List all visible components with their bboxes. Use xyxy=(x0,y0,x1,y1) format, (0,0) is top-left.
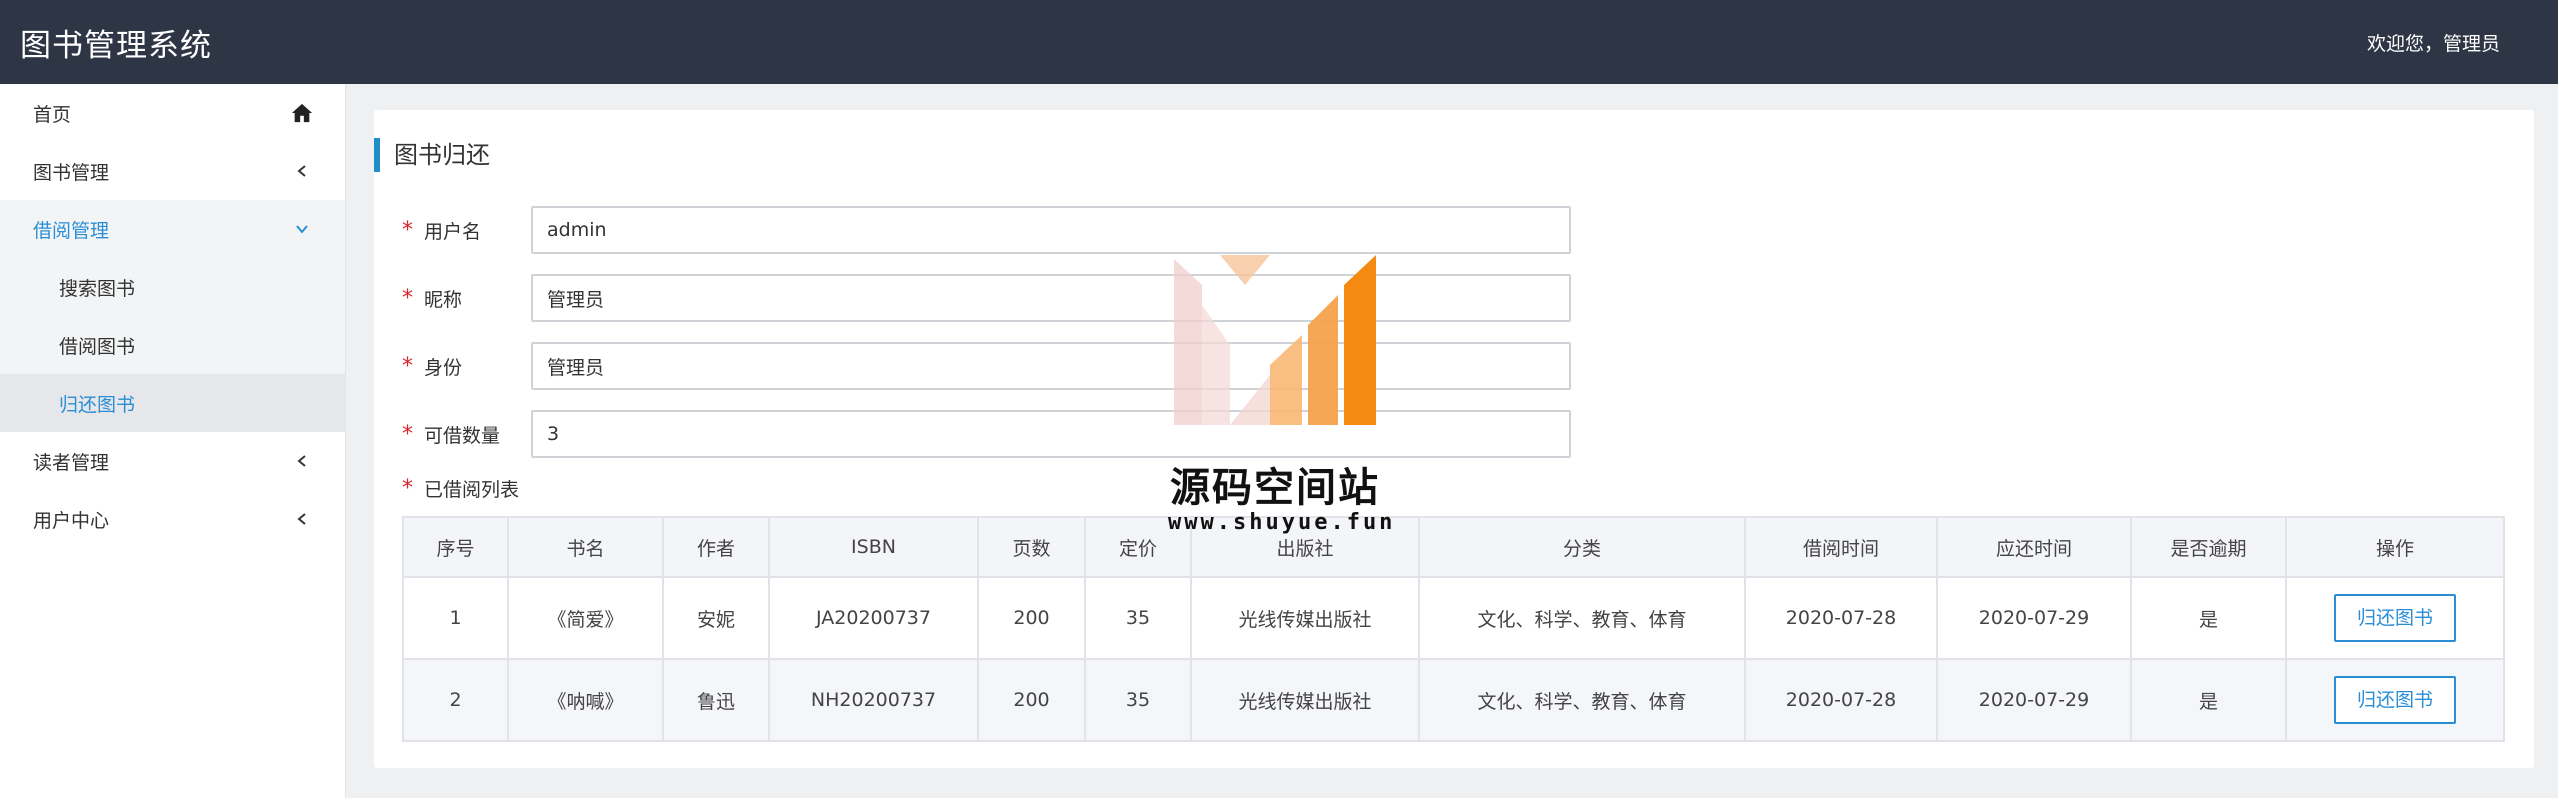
form-label: 可借数量 xyxy=(424,424,501,447)
column-header: 书名 xyxy=(507,516,664,578)
column-header: ISBN xyxy=(768,516,979,578)
table-row: 1 《简爱》 安妮 JA20200737 200 35 光线传媒出版社 文化、科… xyxy=(402,576,2505,660)
column-header: 页数 xyxy=(977,516,1086,578)
chevron-left-icon xyxy=(291,508,313,530)
form-row-borrow-quota: * 可借数量 xyxy=(402,410,1571,458)
table-cell: 2 xyxy=(402,658,509,742)
sidebar-item-borrow[interactable]: 借阅管理 xyxy=(0,200,345,258)
app-title: 图书管理系统 xyxy=(20,27,212,64)
table-cell: 2020-07-28 xyxy=(1744,576,1938,660)
column-header: 应还时间 xyxy=(1936,516,2132,578)
table-header-row: 序号 书名 作者 ISBN 页数 定价 出版社 分类 借阅时间 应还时间 是否逾… xyxy=(402,516,2505,578)
sidebar-item-user-center[interactable]: 用户中心 xyxy=(0,490,345,548)
table-cell: 文化、科学、教育、体育 xyxy=(1418,576,1746,660)
table-cell: 2020-07-28 xyxy=(1744,658,1938,742)
table-cell: 2020-07-29 xyxy=(1936,576,2132,660)
required-marker: * xyxy=(402,421,413,447)
table-cell: 归还图书 xyxy=(2285,658,2505,742)
sidebar-item-books[interactable]: 图书管理 xyxy=(0,142,345,200)
return-book-button[interactable]: 归还图书 xyxy=(2334,594,2456,642)
table-cell: NH20200737 xyxy=(768,658,979,742)
sidebar-subitem-borrow-books[interactable]: 借阅图书 xyxy=(0,316,345,374)
return-book-panel: 图书归还 * 用户名 * 昵称 * 身份 * 可借数量 * 已借阅列表 xyxy=(374,110,2534,768)
sidebar-item-label: 用户中心 xyxy=(33,509,110,532)
home-icon xyxy=(291,102,313,124)
table-cell: 鲁迅 xyxy=(662,658,770,742)
column-header: 序号 xyxy=(402,516,509,578)
form-label: 用户名 xyxy=(424,220,482,243)
return-book-button[interactable]: 归还图书 xyxy=(2334,676,2456,724)
sidebar-subitem-search-books[interactable]: 搜索图书 xyxy=(0,258,345,316)
panel-title: 图书归还 xyxy=(374,138,490,172)
sidebar-item-readers[interactable]: 读者管理 xyxy=(0,432,345,490)
column-header: 借阅时间 xyxy=(1744,516,1938,578)
table-cell: 35 xyxy=(1084,576,1192,660)
table-cell: 200 xyxy=(977,658,1086,742)
table-cell: 是 xyxy=(2130,658,2287,742)
role-field[interactable] xyxy=(531,342,1571,390)
sidebar-item-label: 图书管理 xyxy=(33,161,110,184)
username-field[interactable] xyxy=(531,206,1571,254)
sidebar: 首页 图书管理 借阅管理 搜索图书 借阅图书 归还图书 读者管理 用户中心 xyxy=(0,84,346,798)
form-label: 身份 xyxy=(424,356,463,379)
form-row-role: * 身份 xyxy=(402,342,1571,390)
form-row-borrowed-list: * 已借阅列表 xyxy=(402,468,531,508)
table-cell: 归还图书 xyxy=(2285,576,2505,660)
welcome-text: 欢迎您，管理员 xyxy=(2366,32,2500,55)
sidebar-item-label: 借阅管理 xyxy=(33,219,110,242)
table-row: 2 《呐喊》 鲁迅 NH20200737 200 35 光线传媒出版社 文化、科… xyxy=(402,658,2505,742)
sidebar-subitem-return-books[interactable]: 归还图书 xyxy=(0,374,345,432)
form-label: 昵称 xyxy=(424,288,463,311)
borrowed-list-label: 已借阅列表 xyxy=(424,478,520,501)
nickname-field[interactable] xyxy=(531,274,1571,322)
chevron-left-icon xyxy=(291,450,313,472)
table-cell: 《简爱》 xyxy=(507,576,664,660)
table-cell: 安妮 xyxy=(662,576,770,660)
table-cell: JA20200737 xyxy=(768,576,979,660)
column-header: 是否逾期 xyxy=(2130,516,2287,578)
watermark-url: www.shuyue.fun xyxy=(1168,510,1396,535)
required-marker: * xyxy=(402,475,413,501)
column-header: 分类 xyxy=(1418,516,1746,578)
required-marker: * xyxy=(402,285,413,311)
table-cell: 光线传媒出版社 xyxy=(1190,576,1420,660)
column-header: 操作 xyxy=(2285,516,2505,578)
table-cell: 文化、科学、教育、体育 xyxy=(1418,658,1746,742)
table-cell: 是 xyxy=(2130,576,2287,660)
borrow-quota-field[interactable] xyxy=(531,410,1571,458)
sidebar-item-label: 读者管理 xyxy=(33,451,110,474)
table-cell: 光线传媒出版社 xyxy=(1190,658,1420,742)
table-cell: 1 xyxy=(402,576,509,660)
column-header: 作者 xyxy=(662,516,770,578)
required-marker: * xyxy=(402,353,413,379)
table-cell: 200 xyxy=(977,576,1086,660)
borrowed-table: 序号 书名 作者 ISBN 页数 定价 出版社 分类 借阅时间 应还时间 是否逾… xyxy=(402,516,2505,742)
form-row-nickname: * 昵称 xyxy=(402,274,1571,322)
table-cell: 2020-07-29 xyxy=(1936,658,2132,742)
form-row-username: * 用户名 xyxy=(402,206,1571,254)
watermark-title: 源码空间站 xyxy=(1170,465,1380,511)
chevron-left-icon xyxy=(291,160,313,182)
sidebar-item-home[interactable]: 首页 xyxy=(0,84,345,142)
table-cell: 35 xyxy=(1084,658,1192,742)
sidebar-item-label: 首页 xyxy=(33,103,72,126)
table-cell: 《呐喊》 xyxy=(507,658,664,742)
required-marker: * xyxy=(402,217,413,243)
top-bar: 图书管理系统 欢迎您，管理员 xyxy=(0,0,2558,84)
chevron-down-icon xyxy=(291,218,313,240)
